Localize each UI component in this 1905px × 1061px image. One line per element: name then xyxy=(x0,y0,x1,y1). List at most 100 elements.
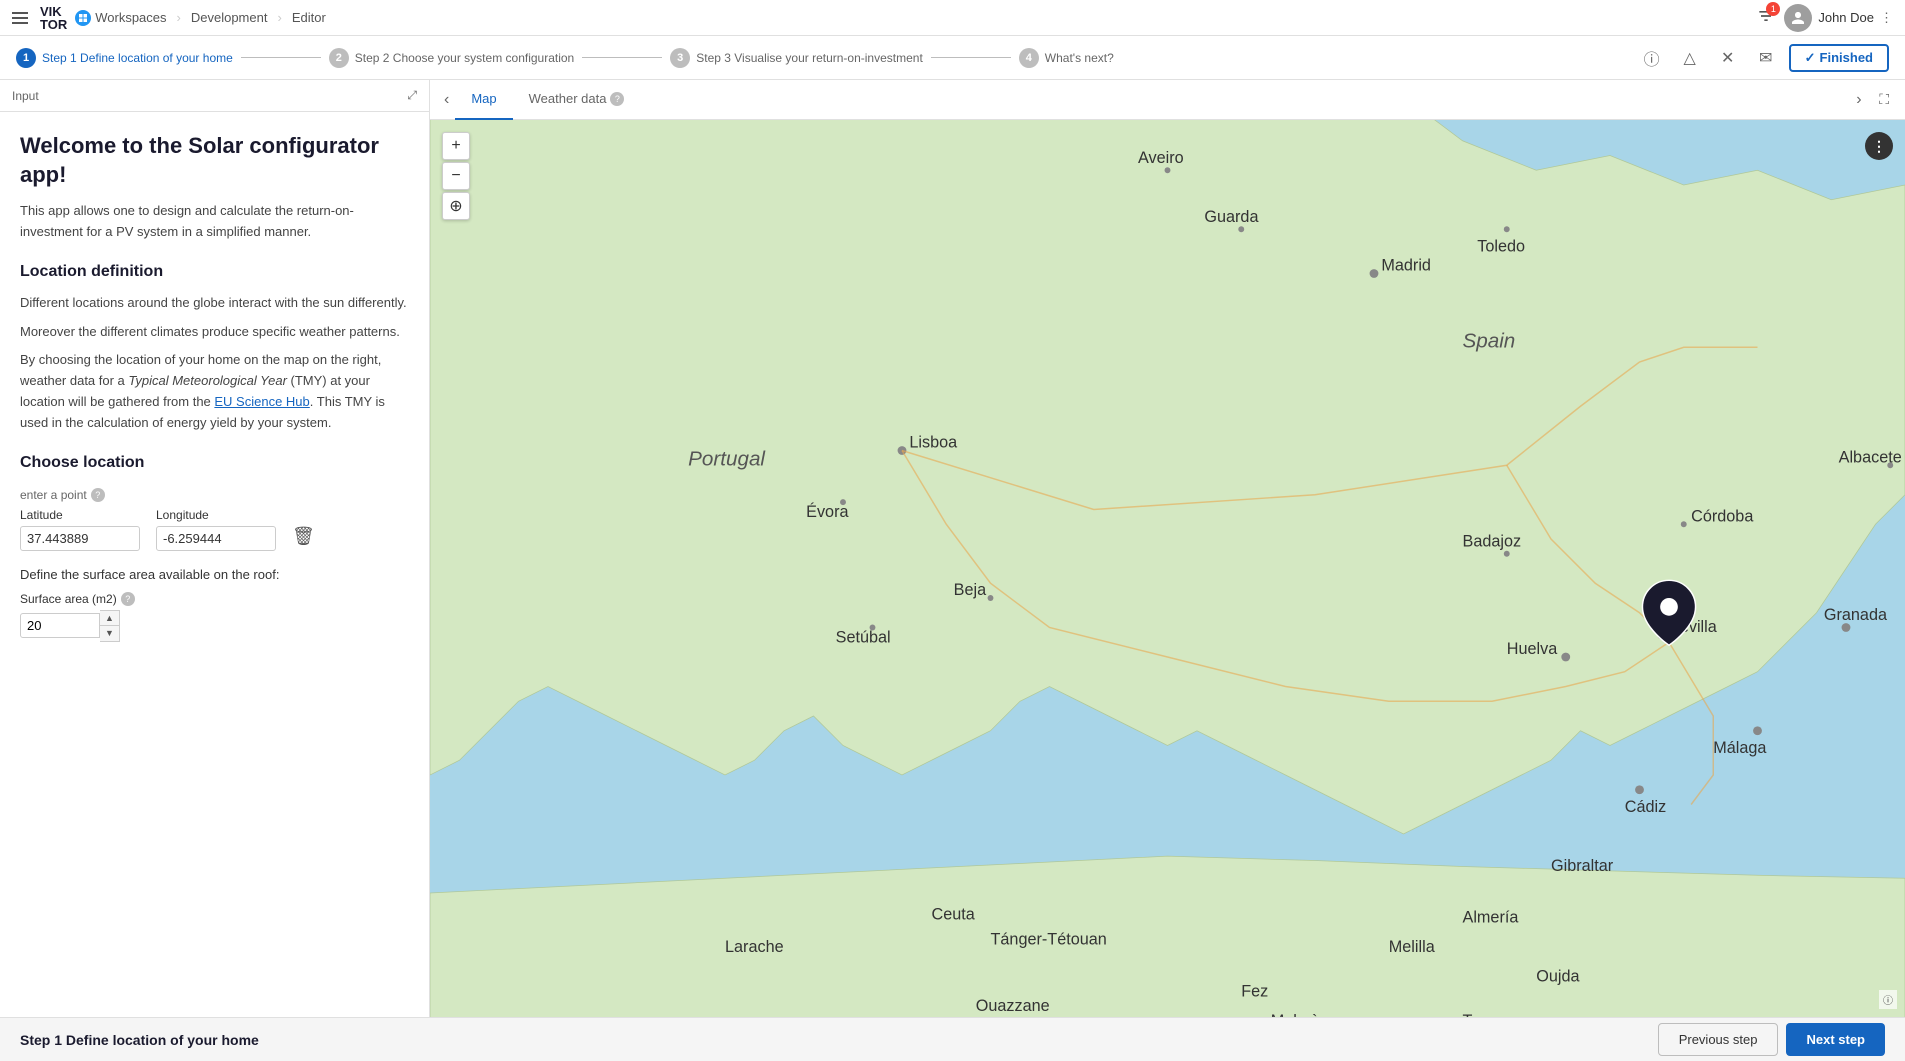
top-navigation: VIK TOR Workspaces › Development › Edito… xyxy=(0,0,1905,36)
surface-area-increment[interactable]: ▲ xyxy=(100,611,119,627)
surface-section: Define the surface area available on the… xyxy=(20,567,409,642)
svg-text:Cádiz: Cádiz xyxy=(1625,798,1666,816)
notification-badge: 1 xyxy=(1766,2,1780,16)
svg-text:Tánger-Tétouan: Tánger-Tétouan xyxy=(991,931,1107,949)
surface-area-field: Surface area (m2) ? ▲ ▼ xyxy=(20,592,409,642)
step-connector-3 xyxy=(931,57,1011,58)
stepper: 1 Step 1 Define location of your home 2 … xyxy=(0,36,1905,80)
next-step-button[interactable]: Next step xyxy=(1786,1023,1885,1056)
info-button[interactable]: ⓘ xyxy=(1637,43,1667,73)
right-panel: ‹ Map Weather data ? › ⛶ xyxy=(430,80,1905,1017)
tab-map[interactable]: Map xyxy=(455,80,512,120)
svg-text:Melilla: Melilla xyxy=(1389,938,1436,956)
svg-text:Guarda: Guarda xyxy=(1204,208,1259,226)
coordinate-row: Latitude Longitude 🗑 xyxy=(20,508,409,551)
surface-area-spinner[interactable]: ▲ ▼ xyxy=(100,610,120,642)
left-panel-content: Welcome to the Solar configurator app! T… xyxy=(0,112,429,1017)
surface-area-decrement[interactable]: ▼ xyxy=(100,626,119,641)
zoom-out-button[interactable]: − xyxy=(442,162,470,190)
step-4-label: What's next? xyxy=(1045,51,1114,65)
close-button[interactable]: ✕ xyxy=(1713,43,1743,73)
main-layout: Input ⤢ Welcome to the Solar configurato… xyxy=(0,80,1905,1017)
step-2-label: Step 2 Choose your system configuration xyxy=(355,51,574,65)
step-1-label: Step 1 Define location of your home xyxy=(42,51,233,65)
stepper-actions: ⓘ △ ✕ ✉ ✓ Finished xyxy=(1637,43,1889,73)
zoom-in-button[interactable]: + xyxy=(442,132,470,160)
svg-text:Madrid: Madrid xyxy=(1381,257,1431,275)
longitude-input[interactable] xyxy=(156,526,276,551)
choose-location-title: Choose location xyxy=(20,454,409,472)
eu-science-hub-link[interactable]: EU Science Hub xyxy=(214,394,309,409)
finished-button[interactable]: ✓ Finished xyxy=(1789,44,1889,72)
editor-nav[interactable]: Editor xyxy=(292,10,326,25)
step-3-number: 3 xyxy=(670,48,690,68)
delete-coordinates-icon[interactable]: 🗑 xyxy=(292,526,315,547)
hamburger-menu[interactable] xyxy=(12,12,28,24)
step-3[interactable]: 3 Step 3 Visualise your return-on-invest… xyxy=(670,48,923,68)
development-label: Development xyxy=(191,10,268,25)
more-icon: ⋮ xyxy=(1872,138,1886,155)
svg-text:Toledo: Toledo xyxy=(1477,237,1525,255)
step-connector-1 xyxy=(241,57,321,58)
svg-text:Almería: Almería xyxy=(1463,909,1520,927)
previous-step-button[interactable]: Previous step xyxy=(1658,1023,1779,1056)
tab-prev-button[interactable]: ‹ xyxy=(438,87,455,113)
welcome-title: Welcome to the Solar configurator app! xyxy=(20,132,409,189)
map-svg: Spain Portugal Lisboa Madrid Sevilla Hue… xyxy=(430,120,1905,1017)
tab-bar: ‹ Map Weather data ? › ⛶ xyxy=(430,80,1905,120)
surface-prompt: Define the surface area available on the… xyxy=(20,567,409,582)
step-2[interactable]: 2 Step 2 Choose your system configuratio… xyxy=(329,48,574,68)
alert-button[interactable]: △ xyxy=(1675,43,1705,73)
step-4[interactable]: 4 What's next? xyxy=(1019,48,1114,68)
user-menu-icon: ⋮ xyxy=(1880,10,1893,26)
svg-text:Málaga: Málaga xyxy=(1713,739,1767,757)
tab-weather-data[interactable]: Weather data ? xyxy=(513,80,641,120)
bottom-step-title: Step 1 Define location of your home xyxy=(20,1032,259,1048)
para3-italic: Typical Meteorological Year xyxy=(128,373,287,388)
fullscreen-button[interactable]: ⛶ xyxy=(1871,87,1897,112)
app-logo: VIK TOR xyxy=(40,5,67,31)
svg-text:Ouazzane: Ouazzane xyxy=(976,997,1050,1015)
surface-area-input[interactable] xyxy=(20,613,100,638)
workspaces-icon xyxy=(75,10,91,26)
map-container[interactable]: Spain Portugal Lisboa Madrid Sevilla Hue… xyxy=(430,120,1905,1017)
location-para-3: By choosing the location of your home on… xyxy=(20,350,409,433)
weather-data-info-icon[interactable]: ? xyxy=(610,92,624,106)
svg-text:Évora: Évora xyxy=(806,502,849,521)
left-panel: Input ⤢ Welcome to the Solar configurato… xyxy=(0,80,430,1017)
svg-text:Fez: Fez xyxy=(1241,982,1268,1000)
workspaces-nav[interactable]: Workspaces xyxy=(75,10,166,26)
finished-label: Finished xyxy=(1820,50,1873,65)
notification-button[interactable]: 1 xyxy=(1756,6,1776,29)
mail-button[interactable]: ✉ xyxy=(1751,43,1781,73)
development-nav[interactable]: Development xyxy=(191,10,268,25)
svg-text:Oujda: Oujda xyxy=(1536,968,1580,986)
svg-text:Lisboa: Lisboa xyxy=(909,434,958,452)
user-menu[interactable]: John Doe ⋮ xyxy=(1784,4,1893,32)
longitude-label: Longitude xyxy=(156,508,276,522)
svg-text:Gibraltar: Gibraltar xyxy=(1551,857,1614,875)
expand-icon[interactable]: ⤢ xyxy=(407,88,417,103)
step-3-label: Step 3 Visualise your return-on-investme… xyxy=(696,51,923,65)
bottom-actions: Previous step Next step xyxy=(1658,1023,1885,1056)
map-more-button[interactable]: ⋮ xyxy=(1865,132,1893,160)
surface-info-icon[interactable]: ? xyxy=(121,592,135,606)
enter-point-info-icon[interactable]: ? xyxy=(91,488,105,502)
latitude-input[interactable] xyxy=(20,526,140,551)
spain-label: Spain xyxy=(1463,329,1516,352)
surface-area-label: Surface area (m2) ? xyxy=(20,592,409,606)
map-controls: + − ⊕ xyxy=(442,132,470,220)
welcome-description: This app allows one to design and calcul… xyxy=(20,201,409,243)
location-para-2: Moreover the different climates produce … xyxy=(20,322,409,343)
tab-next-button[interactable]: › xyxy=(1850,87,1867,113)
input-label: Input xyxy=(12,89,39,103)
step-1[interactable]: 1 Step 1 Define location of your home xyxy=(16,48,233,68)
check-icon: ✓ xyxy=(1805,50,1816,66)
left-panel-header: Input ⤢ xyxy=(0,80,429,112)
location-definition-title: Location definition xyxy=(20,263,409,281)
svg-text:Granada: Granada xyxy=(1824,606,1888,624)
svg-text:Aveiro: Aveiro xyxy=(1138,149,1184,167)
location-button[interactable]: ⊕ xyxy=(442,192,470,220)
nav-separator: › xyxy=(177,10,181,25)
latitude-field: Latitude xyxy=(20,508,140,551)
